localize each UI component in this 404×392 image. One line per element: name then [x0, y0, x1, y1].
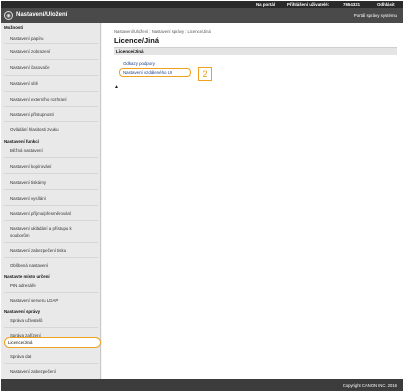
sidebar-item-send-settings[interactable]: Nastavení vysílání: [10, 196, 110, 201]
settings-logo-icon: ◉: [4, 11, 13, 20]
sidebar-item-volume-control[interactable]: Ovládání hlasitosti zvuku: [10, 127, 110, 132]
sidebar-divider: [4, 205, 98, 206]
top-bar: Na portál Přihlášení uživatelé: 7654321 …: [1, 1, 403, 8]
sidebar-item-copy-settings[interactable]: Nastavení kopírování: [10, 164, 110, 169]
sidebar-item-network-settings[interactable]: Nastavení sítě: [10, 81, 110, 86]
back-to-top-icon[interactable]: ▲: [114, 84, 119, 90]
sidebar-item-external-interface[interactable]: Nastavení externího rozhraní: [10, 97, 110, 102]
portal-link[interactable]: Na portál: [256, 2, 275, 7]
sidebar-item-paper-settings[interactable]: Nastavení papíru: [10, 36, 110, 41]
sidebar-divider: [4, 257, 98, 258]
sidebar-item-printer-settings[interactable]: Nastavení tiskárny: [10, 180, 110, 185]
app-title: Nastavení/Uložení: [16, 12, 68, 18]
sidebar-item-store-access-files-cont[interactable]: souborům: [10, 233, 110, 238]
sidebar-item-display-settings[interactable]: Nastavení zobrazení: [10, 49, 110, 54]
sidebar-group-management: Nastavení správy: [4, 309, 41, 314]
copyright-text: Copyright CANON INC. 2016: [342, 383, 397, 388]
logout-link[interactable]: Odhlásit: [377, 2, 395, 7]
sidebar-item-timer-settings[interactable]: Nastavení časovače: [10, 65, 110, 70]
sidebar-item-data-management[interactable]: Správa dat: [10, 354, 110, 359]
support-links-link[interactable]: Odkazy podpory: [123, 61, 155, 66]
sidebar-item-security-settings[interactable]: Nastavení zabezpečení: [10, 369, 110, 374]
page-title: Licence/Jiná: [114, 36, 160, 45]
sidebar-item-accessibility[interactable]: Nastavení přístupnosti: [10, 112, 110, 117]
sidebar-divider: [4, 242, 98, 243]
system-portal-link[interactable]: Portál správy systému: [354, 13, 397, 18]
sidebar-item-address-book-pin[interactable]: PIN adresáře: [10, 283, 110, 288]
sidebar-divider: [4, 59, 98, 60]
main-content: Nastavení/Uložení : Nastavení správy : L…: [102, 23, 403, 379]
footer: Copyright CANON INC. 2016: [1, 379, 403, 391]
sidebar-divider: [4, 189, 98, 190]
sidebar-group-function-settings: Nastavení funkcí: [4, 139, 39, 144]
sidebar-item-ldap-server[interactable]: Nastavení serveru LDAP: [10, 298, 110, 303]
sidebar-divider: [4, 43, 98, 44]
sidebar-item-print-security[interactable]: Nastavení zabezpečení tisku: [10, 248, 110, 253]
sidebar: Možnosti Nastavení papíru Nastavení zobr…: [1, 23, 101, 379]
section-title: Licence/Jiná: [116, 49, 144, 54]
section-header: Licence/Jiná: [114, 47, 397, 55]
sidebar-item-user-management[interactable]: Správa uživatelů: [10, 318, 110, 323]
sidebar-group-options: Možnosti: [4, 25, 24, 30]
sidebar-item-label: Licence/Jiná: [8, 340, 33, 345]
sidebar-divider: [4, 91, 98, 92]
sidebar-divider: [4, 292, 98, 293]
sidebar-divider: [4, 173, 98, 174]
sidebar-item-receive-forward[interactable]: Nastavení příjmu/přesměrování: [10, 211, 110, 216]
sidebar-item-favorite-settings[interactable]: Oblíbená nastavení: [10, 263, 110, 268]
sidebar-divider: [4, 75, 98, 76]
callout-2: 2: [198, 67, 212, 81]
sidebar-divider: [4, 363, 98, 364]
app-frame: Na portál Přihlášení uživatelé: 7654321 …: [1, 1, 403, 391]
logged-in-user-label: Přihlášení uživatelé:: [287, 2, 330, 7]
sidebar-group-destination: Nastavte místo určení: [4, 274, 50, 279]
breadcrumb: Nastavení/Uložení : Nastavení správy : L…: [114, 29, 211, 34]
sidebar-divider: [4, 157, 98, 158]
logged-in-user-value: 7654321: [343, 2, 361, 7]
sidebar-item-store-access-files[interactable]: Nastavení ukládání a přístupu k: [10, 226, 110, 231]
sidebar-divider: [4, 121, 98, 122]
sidebar-divider: [4, 327, 98, 328]
sidebar-item-common-settings[interactable]: Běžná nastavení: [10, 148, 110, 153]
remote-ui-settings-link[interactable]: Nastavení vzdáleného UI: [123, 70, 172, 75]
sidebar-divider: [4, 220, 98, 221]
sidebar-item-license-other[interactable]: Licence/Jiná: [4, 337, 101, 348]
sidebar-divider: [4, 106, 98, 107]
app-header: ◉ Nastavení/Uložení Portál správy systém…: [1, 8, 403, 23]
